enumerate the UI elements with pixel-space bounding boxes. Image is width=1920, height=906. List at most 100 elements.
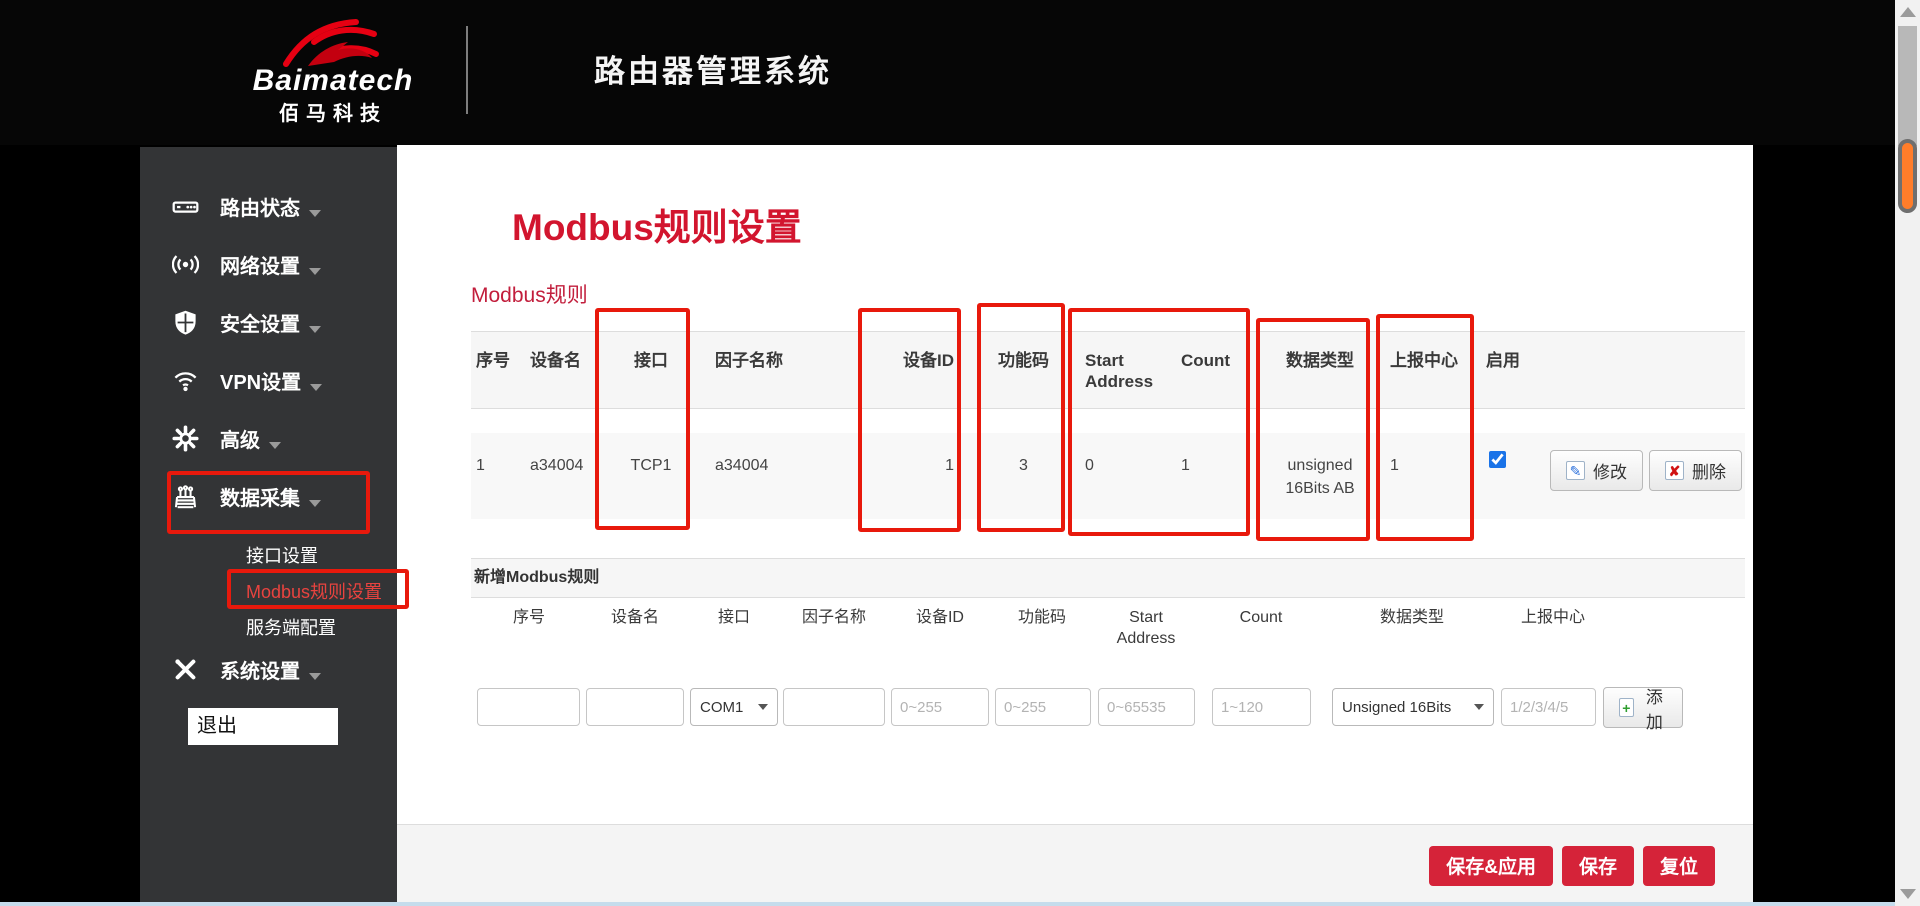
form-label-data-type: 数据类型 bbox=[1379, 609, 1444, 626]
enable-checkbox[interactable] bbox=[1489, 451, 1506, 468]
footer-action-bar: 保存&应用 保存 复位 bbox=[397, 824, 1753, 906]
data-type-select-value: Unsigned 16Bits bbox=[1342, 698, 1452, 716]
form-label-report-center: 上报中心 bbox=[1520, 609, 1585, 626]
start-address-field[interactable] bbox=[1098, 688, 1195, 726]
router-admin-page: Baimatech 佰马科技 路由器管理系统 路由状态 网络设置 安全设置 VP… bbox=[0, 0, 1920, 906]
sidebar-item-label: VPN设置 bbox=[220, 366, 323, 395]
cell-factor-name: a34004 bbox=[715, 457, 769, 474]
col-header-data-type: 数据类型 bbox=[1286, 351, 1354, 370]
index-field[interactable] bbox=[477, 688, 580, 726]
chevron-down-icon bbox=[1474, 704, 1484, 710]
function-code-field-wrap bbox=[995, 688, 1091, 726]
cell-actions: ✎ 修改 ✘ 删除 bbox=[1545, 433, 1745, 519]
factor-name-field-wrap bbox=[783, 688, 885, 726]
modify-button-label: 修改 bbox=[1593, 463, 1627, 482]
cell-start-address: 0 bbox=[1085, 457, 1094, 474]
brand-name-chinese: 佰马科技 bbox=[279, 103, 387, 125]
cell-data-type: unsigned 16Bits AB bbox=[1285, 457, 1355, 497]
header-divider bbox=[466, 26, 468, 114]
add-rule-section-header: 新增Modbus规则 bbox=[471, 558, 1745, 598]
col-header-report-center: 上报中心 bbox=[1390, 351, 1458, 370]
sidebar-item-data-collection[interactable]: 数据采集 bbox=[140, 472, 397, 520]
save-button[interactable]: 保存 bbox=[1561, 845, 1634, 886]
device-name-field-wrap bbox=[586, 688, 684, 726]
device-id-field[interactable] bbox=[891, 688, 989, 726]
sidebar-item-label: 路由状态 bbox=[220, 192, 321, 221]
sidebar-item-label: 安全设置 bbox=[220, 308, 321, 337]
factor-name-field[interactable] bbox=[783, 688, 885, 726]
delete-button-label: 删除 bbox=[1692, 463, 1726, 482]
col-header-actions bbox=[1545, 332, 1745, 408]
sidebar-item-system-settings[interactable]: 系统设置 bbox=[140, 645, 397, 693]
chevron-down-icon bbox=[309, 209, 321, 217]
cell-device-name: a34004 bbox=[530, 457, 584, 474]
logout-button[interactable]: 退出 bbox=[188, 708, 338, 745]
delete-x-icon: ✘ bbox=[1665, 461, 1684, 480]
modbus-rules-table: 序号 设备名 接口 因子名称 设备ID 功能码 Start Address Co… bbox=[471, 331, 1745, 519]
form-label-interface: 接口 bbox=[717, 609, 750, 626]
sidebar-subitem-server-config[interactable]: 服务端配置 bbox=[140, 611, 397, 645]
scroll-down-arrow-icon[interactable] bbox=[1900, 889, 1916, 899]
device-id-field-wrap bbox=[891, 688, 989, 726]
cell-report-center: 1 bbox=[1390, 457, 1399, 474]
page-title: Modbus规则设置 bbox=[512, 207, 802, 248]
sidebar-item-label: 系统设置 bbox=[220, 655, 321, 684]
scroll-up-arrow-icon[interactable] bbox=[1900, 7, 1916, 17]
save-and-apply-button[interactable]: 保存&应用 bbox=[1429, 845, 1553, 886]
form-label-device-name: 设备名 bbox=[610, 609, 659, 626]
table-header-row: 序号 设备名 接口 因子名称 设备ID 功能码 Start Address Co… bbox=[471, 331, 1745, 409]
add-button[interactable]: + 添加 bbox=[1603, 687, 1683, 732]
chevron-down-icon bbox=[310, 383, 323, 391]
data-collect-icon bbox=[172, 483, 199, 510]
sidebar-subitem-modbus-rule-settings[interactable]: Modbus规则设置 bbox=[140, 575, 397, 609]
cell-function-code: 3 bbox=[1019, 457, 1028, 474]
form-label-count: Count bbox=[1239, 609, 1283, 626]
scrollbar-thumb[interactable] bbox=[1898, 26, 1917, 146]
function-code-field[interactable] bbox=[995, 688, 1091, 726]
gear-icon bbox=[172, 424, 199, 452]
sidebar-item-vpn-settings[interactable]: VPN设置 bbox=[140, 356, 397, 404]
sidebar-item-security-settings[interactable]: 安全设置 bbox=[140, 298, 397, 346]
index-field-wrap bbox=[477, 688, 580, 726]
add-button-label: 添加 bbox=[1645, 687, 1663, 732]
chevron-down-icon bbox=[309, 672, 321, 680]
modify-button[interactable]: ✎ 修改 bbox=[1550, 450, 1643, 491]
cell-device-id: 1 bbox=[945, 457, 954, 474]
col-header-count: Count bbox=[1181, 351, 1231, 370]
col-header-device-id: 设备ID bbox=[903, 351, 954, 370]
scrollbar-orange-marker bbox=[1898, 139, 1917, 213]
chevron-down-icon bbox=[269, 441, 281, 449]
brand-name: Baimatech bbox=[252, 64, 414, 97]
cell-count: 1 bbox=[1181, 457, 1190, 474]
vertical-scrollbar[interactable] bbox=[1895, 0, 1920, 906]
shield-icon bbox=[172, 309, 199, 336]
start-address-field-wrap bbox=[1098, 688, 1195, 726]
col-header-function-code: 功能码 bbox=[998, 351, 1049, 370]
report-center-field-wrap bbox=[1501, 688, 1596, 726]
count-field-wrap bbox=[1212, 688, 1311, 726]
sidebar-item-advanced[interactable]: 高级 bbox=[140, 414, 397, 462]
device-name-field[interactable] bbox=[586, 688, 684, 726]
form-label-factor-name: 因子名称 bbox=[801, 609, 866, 626]
chevron-down-icon bbox=[758, 704, 768, 710]
delete-button[interactable]: ✘ 删除 bbox=[1649, 450, 1742, 491]
form-label-index: 序号 bbox=[512, 609, 545, 626]
sidebar-item-router-status[interactable]: 路由状态 bbox=[140, 182, 397, 230]
sidebar-nav: 路由状态 网络设置 安全设置 VPN设置 高级 数据采集 接口设置 Modbus… bbox=[140, 147, 397, 906]
sidebar-item-label: 数据采集 bbox=[220, 482, 321, 511]
network-icon bbox=[172, 251, 199, 278]
reset-button[interactable]: 复位 bbox=[1642, 845, 1715, 886]
window-bottom-edge bbox=[0, 902, 1895, 906]
count-field[interactable] bbox=[1212, 688, 1311, 726]
chevron-down-icon bbox=[309, 267, 321, 275]
col-header-start-address: Start Address bbox=[1085, 351, 1154, 391]
data-type-select[interactable]: Unsigned 16Bits bbox=[1332, 688, 1494, 726]
report-center-field[interactable] bbox=[1501, 688, 1596, 726]
tools-icon bbox=[172, 656, 199, 683]
sidebar-item-network-settings[interactable]: 网络设置 bbox=[140, 240, 397, 288]
form-label-device-id: 设备ID bbox=[915, 609, 964, 626]
interface-select[interactable]: COM1 bbox=[690, 688, 778, 726]
edit-pencil-icon: ✎ bbox=[1566, 461, 1585, 480]
baimatech-horse-logo-icon bbox=[283, 19, 379, 67]
sidebar-subitem-interface-settings[interactable]: 接口设置 bbox=[140, 539, 397, 573]
